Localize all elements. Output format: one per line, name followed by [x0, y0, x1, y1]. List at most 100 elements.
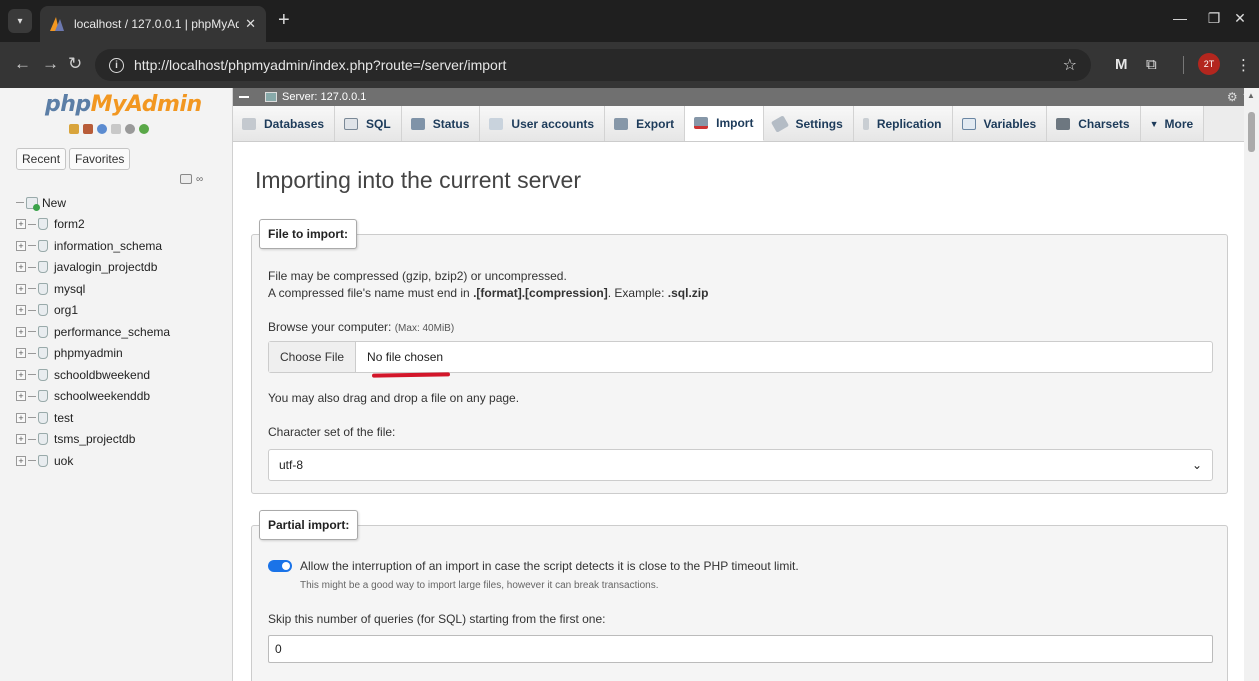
skip-queries-label: Skip this number of queries (for SQL) st…: [268, 612, 606, 626]
docs-icon[interactable]: [111, 124, 121, 134]
tree-db-item[interactable]: + phpmyadmin: [16, 343, 170, 365]
tab-settings[interactable]: Settings: [764, 106, 854, 141]
tab-status[interactable]: Status: [401, 106, 481, 141]
skip-queries-input[interactable]: 0: [268, 635, 1213, 663]
tree-connector: [28, 223, 36, 225]
reload-navigation-icon[interactable]: [139, 124, 149, 134]
annotation-underline-file: [371, 372, 451, 378]
extensions-puzzle-icon[interactable]: ⧉: [1146, 56, 1157, 73]
tab-import[interactable]: Import: [685, 106, 765, 141]
forward-arrow-icon[interactable]: →: [42, 55, 59, 73]
expand-plus-icon[interactable]: +: [16, 455, 26, 466]
expand-plus-icon[interactable]: +: [16, 262, 26, 273]
format-example: .sql.zip: [667, 286, 709, 300]
expand-plus-icon[interactable]: +: [16, 219, 26, 230]
home-icon[interactable]: [69, 124, 79, 134]
charset-select[interactable]: utf-8 ⌄: [268, 449, 1213, 481]
browser-toolbar: ← → ↻ i http://localhost/phpmyadmin/inde…: [0, 42, 1259, 88]
tab-replication[interactable]: Replication: [853, 106, 953, 141]
expand-plus-icon[interactable]: +: [16, 305, 26, 316]
expand-plus-icon[interactable]: +: [16, 434, 26, 445]
url-text: http://localhost/phpmyadmin/index.php?ro…: [134, 57, 507, 73]
tab-user-accounts[interactable]: User accounts: [480, 106, 606, 141]
database-icon: [38, 325, 48, 338]
tree-connector: [28, 374, 36, 376]
expand-plus-icon[interactable]: +: [16, 240, 26, 251]
profile-avatar[interactable]: 2T: [1198, 53, 1220, 75]
tab-charsets[interactable]: Charsets: [1047, 106, 1141, 141]
help-icon[interactable]: [97, 124, 107, 134]
bookmark-star-icon[interactable]: ☆: [1063, 55, 1077, 75]
collapse-nav-icon[interactable]: [239, 96, 249, 98]
allow-interrupt-hint: This might be a good way to import large…: [300, 580, 659, 591]
extension-m-icon[interactable]: M: [1115, 56, 1128, 73]
format-pattern: .[format].[compression]: [473, 286, 608, 300]
tree-db-item[interactable]: + test: [16, 407, 170, 429]
tree-new-item[interactable]: New: [16, 192, 170, 214]
tree-db-item[interactable]: + information_schema: [16, 235, 170, 257]
browser-menu-icon[interactable]: ⋮: [1236, 56, 1251, 74]
file-input[interactable]: Choose File No file chosen: [268, 341, 1213, 373]
collapse-all-icon[interactable]: [180, 174, 192, 184]
browser-tab[interactable]: localhost / 127.0.0.1 | phpMyAdmi ✕: [40, 6, 266, 42]
databases-icon: [242, 117, 256, 130]
tab-label: Export: [636, 116, 675, 131]
logo-myadmin: MyAdmin: [90, 92, 202, 117]
restore-button[interactable]: ❐: [1202, 10, 1226, 27]
tree-db-item[interactable]: + javalogin_projectdb: [16, 257, 170, 279]
tree-db-item[interactable]: + uok: [16, 450, 170, 472]
format-mid: . Example:: [607, 286, 668, 300]
database-icon: [38, 433, 48, 446]
scroll-up-arrow-icon[interactable]: ▲: [1247, 91, 1255, 100]
logout-icon[interactable]: [83, 124, 93, 134]
tab-sql[interactable]: SQL: [335, 106, 402, 141]
database-icon: [38, 239, 48, 252]
tree-db-item[interactable]: + mysql: [16, 278, 170, 300]
new-label: New: [42, 195, 67, 210]
site-info-icon[interactable]: i: [109, 57, 124, 73]
expand-plus-icon[interactable]: +: [16, 348, 26, 359]
server-label[interactable]: Server: 127.0.0.1: [282, 91, 366, 103]
main-content: Importing into the current server File t…: [233, 142, 1244, 681]
expand-plus-icon[interactable]: +: [16, 369, 26, 380]
server-icon: [265, 92, 277, 102]
choose-file-button[interactable]: Choose File: [269, 342, 357, 372]
allow-interrupt-toggle[interactable]: [268, 560, 292, 572]
expand-plus-icon[interactable]: +: [16, 412, 26, 423]
recent-tab[interactable]: Recent: [16, 148, 67, 170]
tab-more[interactable]: ▼ More: [1140, 106, 1205, 141]
scroll-thumb[interactable]: [1248, 112, 1255, 152]
pma-navigation-panel: phpMyAdmin Recent Favorites ∞ New + form2…: [0, 88, 233, 681]
close-tab-icon[interactable]: ✕: [245, 16, 256, 32]
new-tab-button[interactable]: +: [278, 10, 290, 30]
tree-db-item[interactable]: + form2: [16, 214, 170, 236]
max-size: (Max: 40MiB): [394, 323, 455, 334]
favorites-tab[interactable]: Favorites: [69, 148, 131, 170]
expand-plus-icon[interactable]: +: [16, 326, 26, 337]
address-bar[interactable]: i http://localhost/phpmyadmin/index.php?…: [95, 49, 1091, 81]
back-arrow-icon[interactable]: ←: [14, 55, 31, 73]
settings-gear-icon[interactable]: [125, 124, 135, 134]
page-scrollbar[interactable]: ▲: [1244, 88, 1259, 681]
expand-plus-icon[interactable]: +: [16, 391, 26, 402]
tree-db-item[interactable]: + schooldbweekend: [16, 364, 170, 386]
tree-connector: [28, 266, 36, 268]
tree-db-item[interactable]: + schoolweekenddb: [16, 386, 170, 408]
tree-db-item[interactable]: + tsms_projectdb: [16, 429, 170, 451]
tree-db-item[interactable]: + performance_schema: [16, 321, 170, 343]
tab-search-button[interactable]: ▾: [8, 9, 32, 33]
db-name: javalogin_projectdb: [54, 260, 158, 275]
new-database-icon: [26, 196, 40, 211]
tab-export[interactable]: Export: [605, 106, 686, 141]
nav-quick-icons: [69, 124, 149, 134]
tree-db-item[interactable]: + org1: [16, 300, 170, 322]
minimize-button[interactable]: —: [1168, 10, 1192, 26]
tree-connector: [28, 352, 36, 354]
link-with-main-icon[interactable]: ∞: [196, 174, 203, 185]
tab-databases[interactable]: Databases: [233, 106, 336, 141]
tab-variables[interactable]: Variables: [952, 106, 1048, 141]
phpmyadmin-logo[interactable]: phpMyAdmin: [45, 92, 202, 117]
expand-plus-icon[interactable]: +: [16, 283, 26, 294]
reload-icon[interactable]: ↻: [68, 55, 82, 73]
close-window-button[interactable]: ✕: [1228, 10, 1252, 27]
